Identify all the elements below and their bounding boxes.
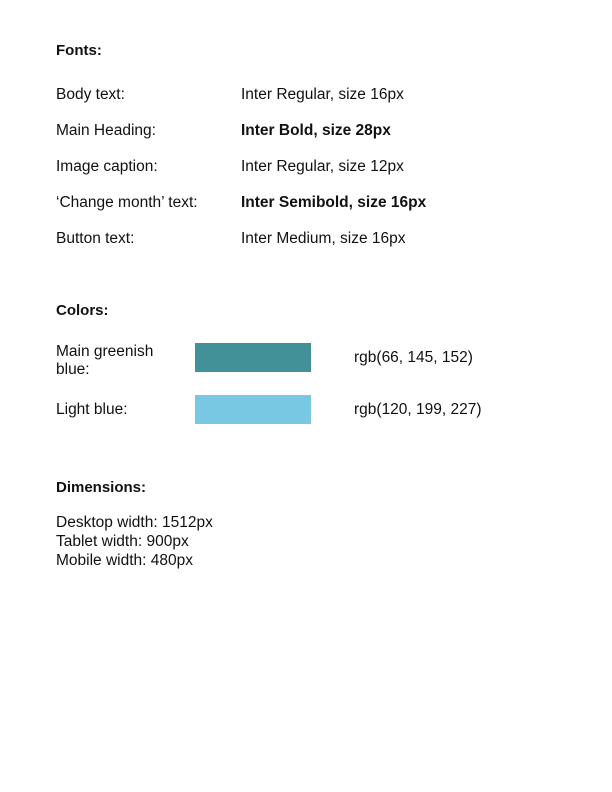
font-row-change-month: ‘Change month’ text: Inter Semibold, siz… [56,193,576,213]
color-swatch [195,343,311,372]
font-row-label: Body text: [56,86,125,103]
color-row-value: rgb(120, 199, 227) [354,401,482,418]
color-row-label: Light blue: [56,401,128,418]
font-row-value: Inter Semibold, size 16px [241,194,427,211]
font-row-value: Inter Bold, size 28px [241,122,391,139]
font-row-value: Inter Regular, size 12px [241,158,404,175]
font-row-value: Inter Regular, size 16px [241,86,404,103]
fonts-heading: Fonts: [56,42,102,59]
dimension-tablet-width: Tablet width: 900px [56,533,189,550]
colors-heading: Colors: [56,302,109,319]
font-row-button-text: Button text: Inter Medium, size 16px [56,229,576,249]
font-row-body-text: Body text: Inter Regular, size 16px [56,85,576,105]
color-row-light-blue: Light blue: rgb(120, 199, 227) [56,395,576,425]
font-row-label: Image caption: [56,158,158,175]
font-row-label: Main Heading: [56,122,156,139]
color-row-value: rgb(66, 145, 152) [354,349,473,366]
dimensions-list: Desktop width: 1512px Tablet width: 900p… [56,513,213,570]
font-row-image-caption: Image caption: Inter Regular, size 12px [56,157,576,177]
font-row-label: Button text: [56,230,135,247]
dimensions-heading: Dimensions: [56,479,147,496]
font-row-label: ‘Change month’ text: [56,194,198,211]
font-row-value: Inter Medium, size 16px [241,230,406,247]
dimension-desktop-width: Desktop width: 1512px [56,514,213,531]
color-row-main-greenish-blue: Main greenish blue: rgb(66, 145, 152) [56,342,576,382]
color-row-label: Main greenish blue: [56,343,154,378]
dimension-mobile-width: Mobile width: 480px [56,552,193,569]
font-row-main-heading: Main Heading: Inter Bold, size 28px [56,121,576,141]
color-swatch [195,395,311,424]
